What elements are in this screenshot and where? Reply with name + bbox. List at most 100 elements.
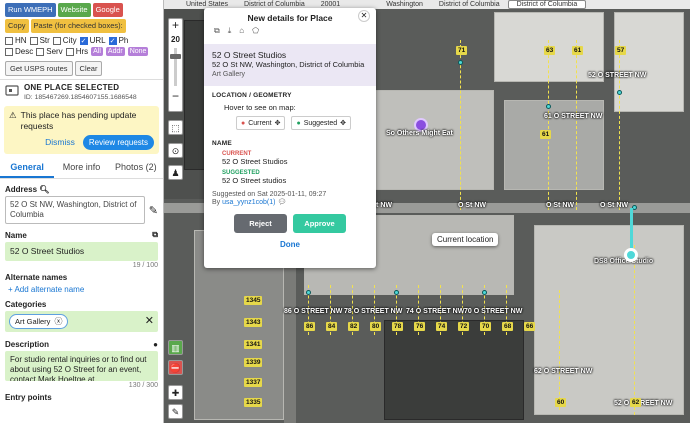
house-number: 68 xyxy=(502,322,514,331)
website-button[interactable]: Website xyxy=(57,3,91,17)
map-tab-district-1[interactable]: District of Columbia xyxy=(431,1,508,8)
house-number: 76 xyxy=(414,322,426,331)
remove-chip-icon[interactable]: ⓧ xyxy=(54,316,62,327)
google-button[interactable]: Google xyxy=(92,3,123,17)
warning-icon: ⚠ xyxy=(9,110,17,120)
map-tab-city[interactable]: Washington xyxy=(378,1,431,8)
categories-field[interactable]: Art Gallery ⓧ ✕ xyxy=(5,311,158,332)
tab-photos[interactable]: Photos (2) xyxy=(109,158,163,178)
street-label: 74 O STREET NW xyxy=(406,308,465,315)
tab-general[interactable]: General xyxy=(0,158,55,178)
place-id: ID: 185467269.1854607155.1686548 xyxy=(24,94,137,101)
checkbox-str[interactable]: Str xyxy=(29,36,50,45)
reject-button[interactable]: Reject xyxy=(234,214,287,233)
house-number: 61 xyxy=(572,46,584,55)
zoom-out-button[interactable]: − xyxy=(169,90,182,102)
address-label: Address 🔍︎ xyxy=(5,185,50,194)
add-alternate-name-link[interactable]: + Add alternate name xyxy=(8,285,158,294)
suggested-geometry-button[interactable]: ● Suggested ✥ xyxy=(291,116,352,130)
current-geometry-button[interactable]: ● Current ✥ xyxy=(236,116,286,130)
select-none-button[interactable]: None xyxy=(127,47,149,56)
checkbox-ph[interactable]: ✓ Ph xyxy=(108,36,128,45)
zoom-control: + 20 − xyxy=(168,18,183,112)
location-line xyxy=(630,208,633,248)
category-chip[interactable]: Art Gallery ⓧ xyxy=(9,314,69,329)
address-field[interactable]: 52 O St NW, Washington, District of Colu… xyxy=(5,196,145,224)
tab-more-info[interactable]: More info xyxy=(54,158,108,178)
checkbox-hn[interactable]: HN xyxy=(5,36,27,45)
select-addr-button[interactable]: Addr xyxy=(105,47,125,56)
approve-button[interactable]: Approve xyxy=(293,214,346,233)
description-counter: 130 / 300 xyxy=(128,382,158,389)
house-icon[interactable]: ⌂ xyxy=(239,26,244,36)
map-tab-state[interactable]: District of Columbia xyxy=(236,1,313,8)
entry-points-label: Entry points xyxy=(5,393,52,402)
checkbox-desc[interactable]: Desc xyxy=(5,47,33,56)
house-number: 1341 xyxy=(244,340,263,349)
edit-tabs: General More info Photos (2) xyxy=(0,158,163,179)
location-geometry-header: LOCATION / GEOMETRY xyxy=(212,92,292,99)
run-wmeph-button[interactable]: Run WMEPH xyxy=(5,3,56,17)
categories-label: Categories xyxy=(5,300,47,309)
edit-map-icon[interactable]: ✎ xyxy=(168,404,183,419)
checkbox-hrs[interactable]: Hrs xyxy=(65,47,88,56)
name-input[interactable]: 52 O Street Studios xyxy=(5,242,158,261)
house-number: 57 xyxy=(615,46,627,55)
layers-icon[interactable]: ⬚ xyxy=(168,120,183,135)
review-requests-button[interactable]: Review requests xyxy=(82,135,154,150)
checkbox-url[interactable]: ✓ URL xyxy=(79,36,106,45)
done-link[interactable]: Done xyxy=(212,240,368,249)
house-number: 71 xyxy=(456,46,468,55)
download-icon[interactable]: ⤓ xyxy=(228,26,232,36)
copy-button[interactable]: Copy xyxy=(5,19,29,33)
house-number: 1337 xyxy=(244,378,263,387)
current-location-marker[interactable] xyxy=(624,248,638,262)
pentagon-icon[interactable]: ⬠ xyxy=(252,26,259,36)
description-input[interactable]: For studio rental inquiries or to find o… xyxy=(5,351,158,381)
zoom-slider-handle[interactable] xyxy=(170,54,181,59)
hover-text: Hover to see on map: xyxy=(224,103,296,112)
map-node[interactable] xyxy=(458,60,463,65)
closures-icon[interactable]: ⛔ xyxy=(168,360,183,375)
locate-icon[interactable]: ⊙ xyxy=(168,143,183,158)
zoom-level: 20 xyxy=(171,35,180,44)
select-all-button[interactable]: All xyxy=(91,47,103,56)
map-tab-zip[interactable]: 20001 xyxy=(313,1,348,8)
popup-place-name: 52 O Street Studios xyxy=(212,50,287,60)
chat-icon[interactable]: 💬︎ xyxy=(277,199,286,206)
dismiss-link[interactable]: Dismiss xyxy=(45,137,75,148)
place-icon xyxy=(5,85,19,96)
street-label: 52 O STREET NW xyxy=(588,72,647,79)
traffic-icon[interactable]: ▥ xyxy=(168,340,183,355)
copy-icon[interactable]: ⧉ xyxy=(214,26,220,36)
map-tab-district-2[interactable]: District of Columbia xyxy=(507,0,587,9)
checkbox-serv[interactable]: Serv xyxy=(36,47,63,56)
clear-categories-icon[interactable]: ✕ xyxy=(145,316,154,327)
place-edit-panel: Run WMEPH Website Google Copy Paste (for… xyxy=(0,0,164,423)
clear-button[interactable]: Clear xyxy=(74,61,103,76)
map-node[interactable] xyxy=(617,90,622,95)
draw-place-icon[interactable]: ✚ xyxy=(168,385,183,400)
street-view-icon[interactable]: ♟ xyxy=(168,165,183,180)
house-number: 1335 xyxy=(244,398,263,407)
street-label: O St NW xyxy=(600,202,628,209)
map-node[interactable] xyxy=(394,290,399,295)
popup-place-address: 52 O St NW, Washington, District of Colu… xyxy=(212,60,365,69)
suggester-user-link[interactable]: usa_yynz1cob(1) xyxy=(222,199,275,206)
copy-icon[interactable]: ⧉ xyxy=(152,230,158,240)
house-number: 63 xyxy=(544,46,556,55)
map-node[interactable] xyxy=(482,290,487,295)
street-label: 78 O STREET NW xyxy=(344,308,403,315)
checkbox-city[interactable]: City xyxy=(52,36,77,45)
house-number: 62 xyxy=(630,398,642,407)
map-node[interactable] xyxy=(546,104,551,109)
paste-checked-button[interactable]: Paste (for checked boxes): xyxy=(30,19,126,33)
close-icon[interactable]: ✕ xyxy=(358,10,370,22)
map-node[interactable] xyxy=(306,290,311,295)
info-icon: ● xyxy=(153,340,158,349)
map-tab-country[interactable]: United States xyxy=(164,1,236,8)
get-usps-routes-button[interactable]: Get USPS routes xyxy=(5,61,73,76)
current-location-tooltip: Current location xyxy=(432,233,499,246)
zoom-in-button[interactable]: + xyxy=(169,19,182,31)
edit-pencil-icon[interactable]: ✎ xyxy=(149,204,158,217)
